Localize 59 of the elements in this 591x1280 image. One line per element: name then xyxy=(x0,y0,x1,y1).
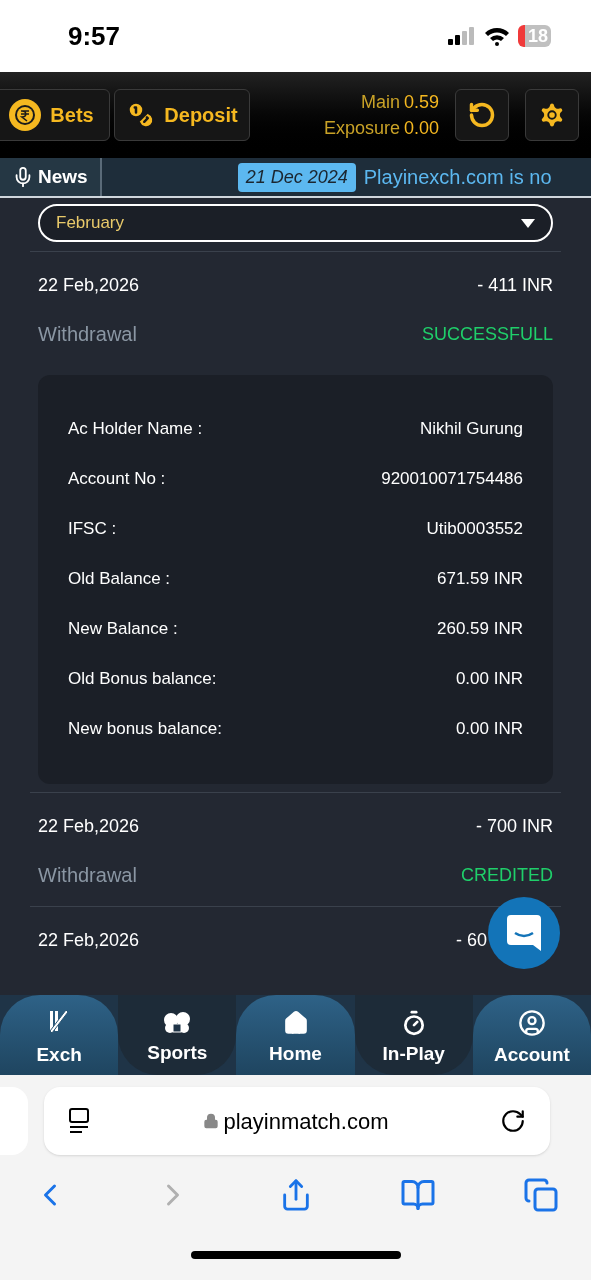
main-label: Main xyxy=(360,91,400,114)
nav-tab[interactable]: Sports xyxy=(118,995,237,1075)
bookmarks-icon[interactable] xyxy=(399,1177,436,1213)
transaction-date: 22 Feb,2026 xyxy=(38,929,140,952)
tabs-icon[interactable] xyxy=(523,1177,559,1213)
transaction-amount: - 60 xyxy=(455,929,487,952)
bets-button[interactable]: Bets xyxy=(0,89,110,141)
detail-value: 260.59 INR xyxy=(437,618,523,640)
deposit-button[interactable]: Deposit xyxy=(114,89,250,141)
home-icon xyxy=(282,1009,309,1036)
main-balance: 0.59 xyxy=(403,91,439,114)
transaction-amount: - 700 INR xyxy=(475,815,553,838)
transaction-status: CREDITED xyxy=(461,863,553,887)
nav-tab[interactable]: Exch xyxy=(0,995,119,1075)
wifi-icon xyxy=(483,26,510,46)
news-date: 21 Dec 2024 xyxy=(237,162,356,192)
detail-value: 0.00 INR xyxy=(455,668,523,690)
detail-label: Old Balance : xyxy=(68,568,171,590)
detail-value: 0.00 INR xyxy=(455,718,523,740)
reader-icon xyxy=(68,1108,92,1134)
sports-balls-icon xyxy=(162,1010,193,1035)
transaction-date: 22 Feb,2026 xyxy=(38,274,140,297)
lock-icon xyxy=(203,1113,220,1129)
settings-button[interactable] xyxy=(525,89,579,141)
coin-icon xyxy=(8,98,43,132)
detail-value: 920010071754486 xyxy=(381,468,523,490)
detail-label: Old Bonus balance: xyxy=(68,668,217,690)
detail-label: Ac Holder Name : xyxy=(68,418,203,440)
exposure-label: Exposure xyxy=(323,117,400,140)
news-label: News xyxy=(38,164,88,189)
url-text: playinmatch.com xyxy=(223,1107,389,1136)
refresh-button[interactable] xyxy=(455,89,509,141)
detail-label: New Balance : xyxy=(68,618,178,640)
month-select[interactable]: February xyxy=(38,204,553,242)
account-icon xyxy=(517,1008,546,1037)
clock-time: 9:57 xyxy=(68,19,121,53)
battery-indicator: 18 xyxy=(517,25,551,47)
transaction-amount: - 411 INR xyxy=(477,274,553,297)
detail-value: Nikhil Gurung xyxy=(420,418,523,440)
nav-tab[interactable]: Account xyxy=(472,995,591,1075)
reload-icon[interactable] xyxy=(500,1108,526,1134)
address-bar[interactable]: playinmatch.com xyxy=(44,1087,550,1155)
detail-label: New bonus balance: xyxy=(68,718,223,740)
transaction-status: SUCCESSFULL xyxy=(421,322,553,346)
detail-label: IFSC : xyxy=(68,518,117,540)
detail-label: Account No : xyxy=(68,468,166,490)
transaction-type: Withdrawal xyxy=(38,322,137,347)
exposure-value: 0.00 xyxy=(403,117,439,140)
detail-value: Utib0003552 xyxy=(426,518,523,540)
signal-icon xyxy=(447,27,476,45)
detail-value: 671.59 INR xyxy=(437,568,523,590)
chat-icon xyxy=(507,915,541,951)
nav-tab[interactable]: In-Play xyxy=(354,995,473,1075)
transaction-type: Withdrawal xyxy=(38,863,137,888)
refresh-icon xyxy=(468,101,496,129)
news-text: Playinexch.com is no xyxy=(363,165,552,190)
dropdown-caret-icon xyxy=(521,218,535,228)
transaction-date: 22 Feb,2026 xyxy=(38,815,140,838)
nav-tab[interactable]: Home xyxy=(236,995,355,1075)
